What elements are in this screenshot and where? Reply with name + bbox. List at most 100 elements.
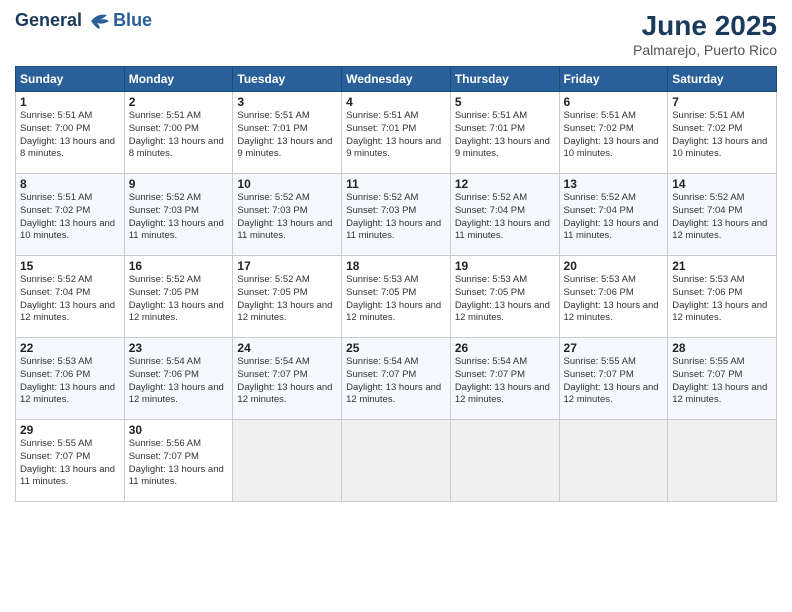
calendar-cell: 18Sunrise: 5:53 AMSunset: 7:05 PMDayligh… (342, 256, 451, 338)
logo-bird-icon (89, 11, 111, 31)
calendar-cell: 29Sunrise: 5:55 AMSunset: 7:07 PMDayligh… (16, 420, 125, 502)
day-info: Sunrise: 5:54 AMSunset: 7:07 PMDaylight:… (455, 356, 555, 407)
day-info: Sunrise: 5:55 AMSunset: 7:07 PMDaylight:… (564, 356, 664, 407)
calendar-subtitle: Palmarejo, Puerto Rico (633, 42, 777, 58)
calendar-cell: 8Sunrise: 5:51 AMSunset: 7:02 PMDaylight… (16, 174, 125, 256)
week-row-5: 29Sunrise: 5:55 AMSunset: 7:07 PMDayligh… (16, 420, 777, 502)
day-number: 28 (672, 341, 772, 355)
calendar-cell: 19Sunrise: 5:53 AMSunset: 7:05 PMDayligh… (450, 256, 559, 338)
logo-blue: Blue (113, 10, 152, 31)
day-info: Sunrise: 5:53 AMSunset: 7:06 PMDaylight:… (20, 356, 120, 407)
calendar-cell: 1Sunrise: 5:51 AMSunset: 7:00 PMDaylight… (16, 92, 125, 174)
day-number: 7 (672, 95, 772, 109)
day-number: 14 (672, 177, 772, 191)
day-number: 27 (564, 341, 664, 355)
calendar-cell: 9Sunrise: 5:52 AMSunset: 7:03 PMDaylight… (124, 174, 233, 256)
day-number: 17 (237, 259, 337, 273)
calendar-cell: 22Sunrise: 5:53 AMSunset: 7:06 PMDayligh… (16, 338, 125, 420)
day-info: Sunrise: 5:51 AMSunset: 7:01 PMDaylight:… (237, 110, 337, 161)
calendar-cell: 20Sunrise: 5:53 AMSunset: 7:06 PMDayligh… (559, 256, 668, 338)
calendar-table: SundayMondayTuesdayWednesdayThursdayFrid… (15, 66, 777, 502)
day-info: Sunrise: 5:52 AMSunset: 7:03 PMDaylight:… (346, 192, 446, 243)
calendar-cell: 16Sunrise: 5:52 AMSunset: 7:05 PMDayligh… (124, 256, 233, 338)
day-number: 2 (129, 95, 229, 109)
day-number: 29 (20, 423, 120, 437)
calendar-cell: 4Sunrise: 5:51 AMSunset: 7:01 PMDaylight… (342, 92, 451, 174)
calendar-cell: 7Sunrise: 5:51 AMSunset: 7:02 PMDaylight… (668, 92, 777, 174)
calendar-cell: 17Sunrise: 5:52 AMSunset: 7:05 PMDayligh… (233, 256, 342, 338)
day-info: Sunrise: 5:53 AMSunset: 7:06 PMDaylight:… (672, 274, 772, 325)
calendar-cell (559, 420, 668, 502)
page: General Blue June 2025 Palmarejo, Puerto… (0, 0, 792, 612)
weekday-header-friday: Friday (559, 67, 668, 92)
day-number: 8 (20, 177, 120, 191)
day-number: 10 (237, 177, 337, 191)
weekday-header-wednesday: Wednesday (342, 67, 451, 92)
day-number: 13 (564, 177, 664, 191)
calendar-cell: 5Sunrise: 5:51 AMSunset: 7:01 PMDaylight… (450, 92, 559, 174)
calendar-cell (342, 420, 451, 502)
day-info: Sunrise: 5:52 AMSunset: 7:03 PMDaylight:… (237, 192, 337, 243)
calendar-cell: 6Sunrise: 5:51 AMSunset: 7:02 PMDaylight… (559, 92, 668, 174)
calendar-cell: 14Sunrise: 5:52 AMSunset: 7:04 PMDayligh… (668, 174, 777, 256)
calendar-cell: 24Sunrise: 5:54 AMSunset: 7:07 PMDayligh… (233, 338, 342, 420)
logo-general: General (15, 10, 82, 30)
day-number: 18 (346, 259, 446, 273)
calendar-cell (450, 420, 559, 502)
weekday-header-saturday: Saturday (668, 67, 777, 92)
day-info: Sunrise: 5:52 AMSunset: 7:05 PMDaylight:… (237, 274, 337, 325)
day-info: Sunrise: 5:53 AMSunset: 7:05 PMDaylight:… (455, 274, 555, 325)
calendar-cell: 28Sunrise: 5:55 AMSunset: 7:07 PMDayligh… (668, 338, 777, 420)
calendar-cell: 15Sunrise: 5:52 AMSunset: 7:04 PMDayligh… (16, 256, 125, 338)
day-info: Sunrise: 5:55 AMSunset: 7:07 PMDaylight:… (20, 438, 120, 489)
day-number: 9 (129, 177, 229, 191)
calendar-cell: 12Sunrise: 5:52 AMSunset: 7:04 PMDayligh… (450, 174, 559, 256)
weekday-header-row: SundayMondayTuesdayWednesdayThursdayFrid… (16, 67, 777, 92)
calendar-cell: 2Sunrise: 5:51 AMSunset: 7:00 PMDaylight… (124, 92, 233, 174)
weekday-header-sunday: Sunday (16, 67, 125, 92)
day-number: 25 (346, 341, 446, 355)
day-number: 21 (672, 259, 772, 273)
week-row-2: 8Sunrise: 5:51 AMSunset: 7:02 PMDaylight… (16, 174, 777, 256)
day-number: 16 (129, 259, 229, 273)
day-info: Sunrise: 5:53 AMSunset: 7:05 PMDaylight:… (346, 274, 446, 325)
day-number: 20 (564, 259, 664, 273)
weekday-header-tuesday: Tuesday (233, 67, 342, 92)
calendar-cell: 26Sunrise: 5:54 AMSunset: 7:07 PMDayligh… (450, 338, 559, 420)
day-info: Sunrise: 5:55 AMSunset: 7:07 PMDaylight:… (672, 356, 772, 407)
day-info: Sunrise: 5:52 AMSunset: 7:04 PMDaylight:… (455, 192, 555, 243)
calendar-cell: 10Sunrise: 5:52 AMSunset: 7:03 PMDayligh… (233, 174, 342, 256)
title-block: June 2025 Palmarejo, Puerto Rico (633, 10, 777, 58)
day-info: Sunrise: 5:51 AMSunset: 7:01 PMDaylight:… (346, 110, 446, 161)
header: General Blue June 2025 Palmarejo, Puerto… (15, 10, 777, 58)
week-row-3: 15Sunrise: 5:52 AMSunset: 7:04 PMDayligh… (16, 256, 777, 338)
day-info: Sunrise: 5:52 AMSunset: 7:04 PMDaylight:… (20, 274, 120, 325)
calendar-cell: 13Sunrise: 5:52 AMSunset: 7:04 PMDayligh… (559, 174, 668, 256)
day-info: Sunrise: 5:51 AMSunset: 7:02 PMDaylight:… (564, 110, 664, 161)
day-number: 1 (20, 95, 120, 109)
day-number: 23 (129, 341, 229, 355)
calendar-cell: 23Sunrise: 5:54 AMSunset: 7:06 PMDayligh… (124, 338, 233, 420)
calendar-cell: 21Sunrise: 5:53 AMSunset: 7:06 PMDayligh… (668, 256, 777, 338)
calendar-cell: 25Sunrise: 5:54 AMSunset: 7:07 PMDayligh… (342, 338, 451, 420)
day-number: 6 (564, 95, 664, 109)
calendar-cell (668, 420, 777, 502)
day-number: 5 (455, 95, 555, 109)
day-info: Sunrise: 5:54 AMSunset: 7:07 PMDaylight:… (237, 356, 337, 407)
day-info: Sunrise: 5:51 AMSunset: 7:00 PMDaylight:… (20, 110, 120, 161)
day-info: Sunrise: 5:52 AMSunset: 7:05 PMDaylight:… (129, 274, 229, 325)
weekday-header-thursday: Thursday (450, 67, 559, 92)
weekday-header-monday: Monday (124, 67, 233, 92)
day-info: Sunrise: 5:54 AMSunset: 7:07 PMDaylight:… (346, 356, 446, 407)
day-number: 30 (129, 423, 229, 437)
day-info: Sunrise: 5:54 AMSunset: 7:06 PMDaylight:… (129, 356, 229, 407)
calendar-cell: 3Sunrise: 5:51 AMSunset: 7:01 PMDaylight… (233, 92, 342, 174)
day-info: Sunrise: 5:52 AMSunset: 7:04 PMDaylight:… (564, 192, 664, 243)
day-info: Sunrise: 5:56 AMSunset: 7:07 PMDaylight:… (129, 438, 229, 489)
calendar-cell: 11Sunrise: 5:52 AMSunset: 7:03 PMDayligh… (342, 174, 451, 256)
calendar-cell (233, 420, 342, 502)
calendar-cell: 30Sunrise: 5:56 AMSunset: 7:07 PMDayligh… (124, 420, 233, 502)
day-number: 11 (346, 177, 446, 191)
day-number: 26 (455, 341, 555, 355)
day-info: Sunrise: 5:53 AMSunset: 7:06 PMDaylight:… (564, 274, 664, 325)
